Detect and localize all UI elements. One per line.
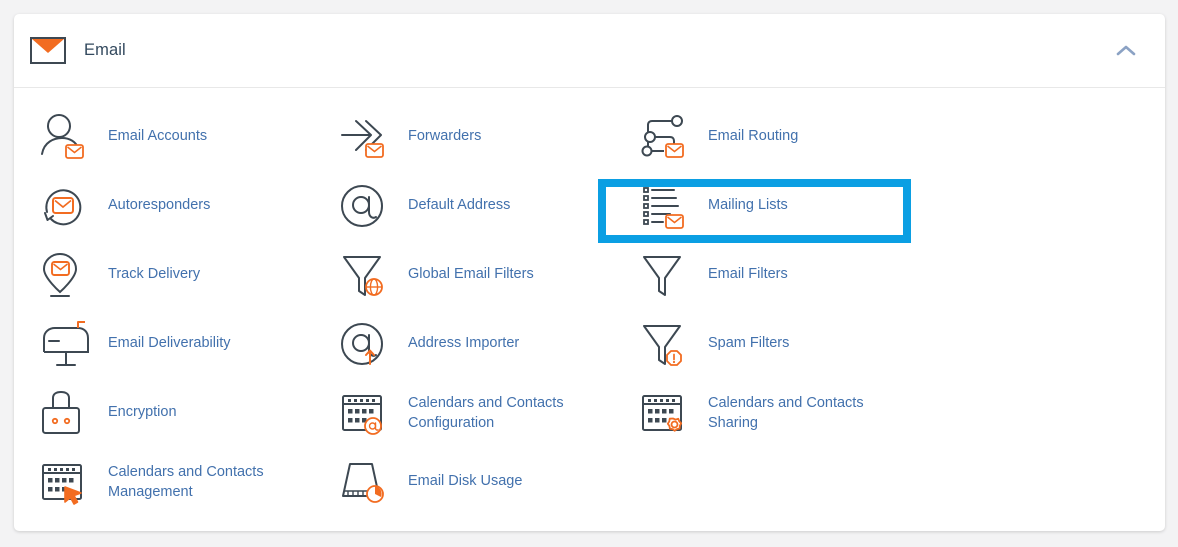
feature-label: Mailing Lists xyxy=(708,197,788,213)
funnel-alert-icon xyxy=(640,318,694,370)
feature-item-email-deliverability[interactable]: Email Deliverability xyxy=(32,309,332,378)
feature-item-email-filters[interactable]: Email Filters xyxy=(632,240,932,309)
feature-item-email-routing[interactable]: Email Routing xyxy=(632,102,932,171)
feature-label: Default Address xyxy=(408,197,511,213)
calendar-at-icon xyxy=(340,387,394,439)
funnel-icon xyxy=(640,249,694,301)
feature-item-calendars-contacts-configuration[interactable]: Calendars and Contacts Configuration xyxy=(332,378,632,447)
feature-label: Email Disk Usage xyxy=(408,473,523,489)
funnel-globe-icon xyxy=(340,249,394,301)
feature-item-track-delivery[interactable]: Track Delivery xyxy=(32,240,332,309)
calendar-cursor-icon xyxy=(40,456,94,508)
chevron-up-icon[interactable] xyxy=(1113,38,1139,64)
feature-item-calendars-contacts-sharing[interactable]: Calendars and Contacts Sharing xyxy=(632,378,932,447)
feature-item-forwarders[interactable]: Forwarders xyxy=(332,102,632,171)
page-title: Email xyxy=(84,41,126,59)
feature-item-spam-filters[interactable]: Spam Filters xyxy=(632,309,932,378)
at-circle-icon xyxy=(340,180,394,232)
feature-item-email-accounts[interactable]: Email Accounts xyxy=(32,102,332,171)
map-pin-envelope-icon xyxy=(40,249,94,301)
feature-label: Address Importer xyxy=(408,335,520,351)
feature-label: Spam Filters xyxy=(708,335,790,351)
feature-item-default-address[interactable]: Default Address xyxy=(332,171,632,240)
email-section-header: Email xyxy=(14,14,1165,88)
feature-label: Email Deliverability xyxy=(108,335,231,351)
feature-label: Calendars and Contacts Management xyxy=(108,463,264,500)
feature-item-address-importer[interactable]: Address Importer xyxy=(332,309,632,378)
page-root: Email Email Accounts Forwarders Email Ro… xyxy=(0,0,1178,547)
feature-item-encryption[interactable]: Encryption xyxy=(32,378,332,447)
envelope-icon xyxy=(28,31,68,71)
list-envelope-icon xyxy=(640,180,694,232)
email-section-card: Email Email Accounts Forwarders Email Ro… xyxy=(14,14,1165,531)
feature-item-mailing-lists[interactable]: Mailing Lists xyxy=(632,171,932,240)
feature-item-global-email-filters[interactable]: Global Email Filters xyxy=(332,240,632,309)
user-envelope-icon xyxy=(40,111,94,163)
feature-label: Email Filters xyxy=(708,266,788,282)
feature-label: Global Email Filters xyxy=(408,266,534,282)
arrow-forward-envelope-icon xyxy=(340,111,394,163)
mailbox-icon xyxy=(40,318,94,370)
feature-label: Encryption xyxy=(108,404,177,420)
padlock-icon xyxy=(40,387,94,439)
email-feature-grid: Email Accounts Forwarders Email Routing … xyxy=(32,88,1165,516)
feature-label: Email Accounts xyxy=(108,128,208,144)
disk-pie-icon xyxy=(340,456,394,508)
feature-label: Calendars and Contacts Sharing xyxy=(708,394,864,431)
feature-item-email-disk-usage[interactable]: Email Disk Usage xyxy=(332,447,632,516)
refresh-envelope-icon xyxy=(40,180,94,232)
feature-label: Forwarders xyxy=(408,128,482,144)
calendar-gear-icon xyxy=(640,387,694,439)
feature-label: Email Routing xyxy=(708,128,799,144)
routing-nodes-envelope-icon xyxy=(640,111,694,163)
feature-label: Calendars and Contacts Configuration xyxy=(408,394,564,431)
feature-label: Autoresponders xyxy=(108,197,211,213)
feature-item-calendars-contacts-management[interactable]: Calendars and Contacts Management xyxy=(32,447,332,516)
at-upload-icon xyxy=(340,318,394,370)
feature-item-autoresponders[interactable]: Autoresponders xyxy=(32,171,332,240)
feature-label: Track Delivery xyxy=(108,266,201,282)
